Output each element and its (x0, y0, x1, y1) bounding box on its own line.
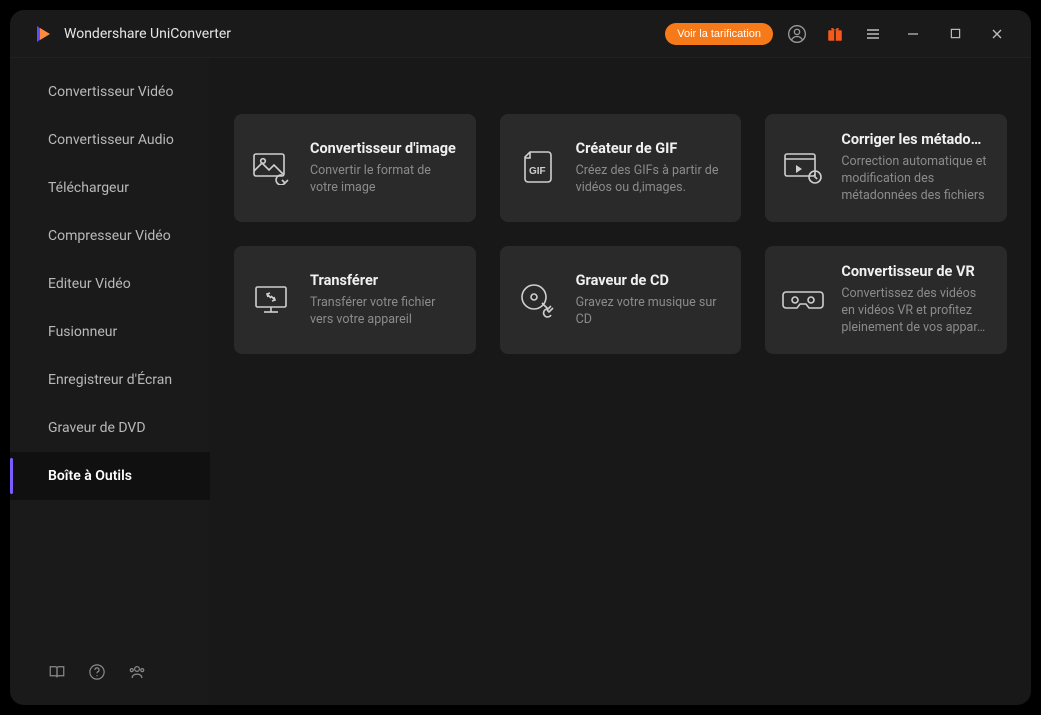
card-title: Corriger les métado… (841, 131, 989, 148)
card-vr-converter[interactable]: Convertisseur de VR Convertissez des vid… (765, 246, 1007, 354)
image-convert-icon (250, 146, 294, 190)
card-desc: Transférer votre fichier vers votre appa… (310, 295, 458, 329)
sidebar-item-label: Graveur de DVD (48, 420, 146, 436)
body: Convertisseur Vidéo Convertisseur Audio … (10, 58, 1031, 705)
sidebar-item-video-editor[interactable]: Editeur Vidéo (10, 260, 210, 308)
sidebar-item-merger[interactable]: Fusionneur (10, 308, 210, 356)
sidebar-item-downloader[interactable]: Téléchargeur (10, 164, 210, 212)
app-logo-icon (34, 24, 54, 44)
transfer-icon (250, 278, 294, 322)
sidebar-item-label: Compresseur Vidéo (48, 228, 171, 244)
sidebar: Convertisseur Vidéo Convertisseur Audio … (10, 58, 210, 705)
card-desc: Convertissez des vidéos en vidéos VR et … (841, 286, 989, 337)
help-icon[interactable] (88, 663, 106, 685)
sidebar-item-video-converter[interactable]: Convertisseur Vidéo (10, 68, 210, 116)
card-title: Convertisseur d'image (310, 140, 458, 157)
sidebar-item-audio-converter[interactable]: Convertisseur Audio (10, 116, 210, 164)
sidebar-item-screen-recorder[interactable]: Enregistreur d'Écran (10, 356, 210, 404)
sidebar-bottom (10, 663, 210, 705)
menu-icon[interactable] (859, 20, 887, 48)
sidebar-item-label: Téléchargeur (48, 180, 129, 196)
card-image-converter[interactable]: Convertisseur d'image Convertir le forma… (234, 114, 476, 222)
card-fix-metadata[interactable]: Corriger les métado… Correction automati… (765, 114, 1007, 222)
card-transfer[interactable]: Transférer Transférer votre fichier vers… (234, 246, 476, 354)
pricing-button[interactable]: Voir la tarification (665, 23, 773, 45)
account-icon[interactable] (783, 20, 811, 48)
app-title: Wondershare UniConverter (64, 26, 231, 42)
sidebar-item-label: Fusionneur (48, 324, 117, 340)
close-button[interactable] (981, 20, 1013, 48)
card-desc: Correction automatique et modification d… (841, 154, 989, 205)
toolbox-grid: Convertisseur d'image Convertir le forma… (234, 114, 1007, 354)
sidebar-item-label: Convertisseur Vidéo (48, 84, 173, 100)
sidebar-item-toolbox[interactable]: Boîte à Outils (10, 452, 210, 500)
metadata-icon (781, 146, 825, 190)
card-title: Transférer (310, 272, 458, 289)
card-desc: Créez des GIFs à partir de vidéos ou d,i… (576, 163, 724, 197)
svg-text:GIF: GIF (529, 166, 546, 177)
card-title: Créateur de GIF (576, 140, 724, 157)
cd-burn-icon (516, 278, 560, 322)
guide-icon[interactable] (48, 663, 66, 685)
vr-icon (781, 278, 825, 322)
card-desc: Gravez votre musique sur CD (576, 295, 724, 329)
sidebar-item-label: Editeur Vidéo (48, 276, 131, 292)
minimize-button[interactable] (897, 20, 929, 48)
main-panel: Convertisseur d'image Convertir le forma… (210, 58, 1031, 705)
sidebar-item-label: Enregistreur d'Écran (48, 372, 172, 388)
card-title: Graveur de CD (576, 272, 724, 289)
app-window: Wondershare UniConverter Voir la tarific… (10, 10, 1031, 705)
sidebar-item-video-compressor[interactable]: Compresseur Vidéo (10, 212, 210, 260)
gif-icon: GIF (516, 146, 560, 190)
sidebar-item-label: Convertisseur Audio (48, 132, 174, 148)
card-cd-burner[interactable]: Graveur de CD Gravez votre musique sur C… (500, 246, 742, 354)
maximize-button[interactable] (939, 20, 971, 48)
card-gif-creator[interactable]: GIF Créateur de GIF Créez des GIFs à par… (500, 114, 742, 222)
community-icon[interactable] (128, 663, 146, 685)
gift-icon[interactable] (821, 20, 849, 48)
titlebar: Wondershare UniConverter Voir la tarific… (10, 10, 1031, 58)
card-title: Convertisseur de VR (841, 263, 989, 280)
sidebar-item-dvd-burner[interactable]: Graveur de DVD (10, 404, 210, 452)
sidebar-item-label: Boîte à Outils (48, 468, 132, 484)
card-desc: Convertir le format de votre image (310, 163, 458, 197)
